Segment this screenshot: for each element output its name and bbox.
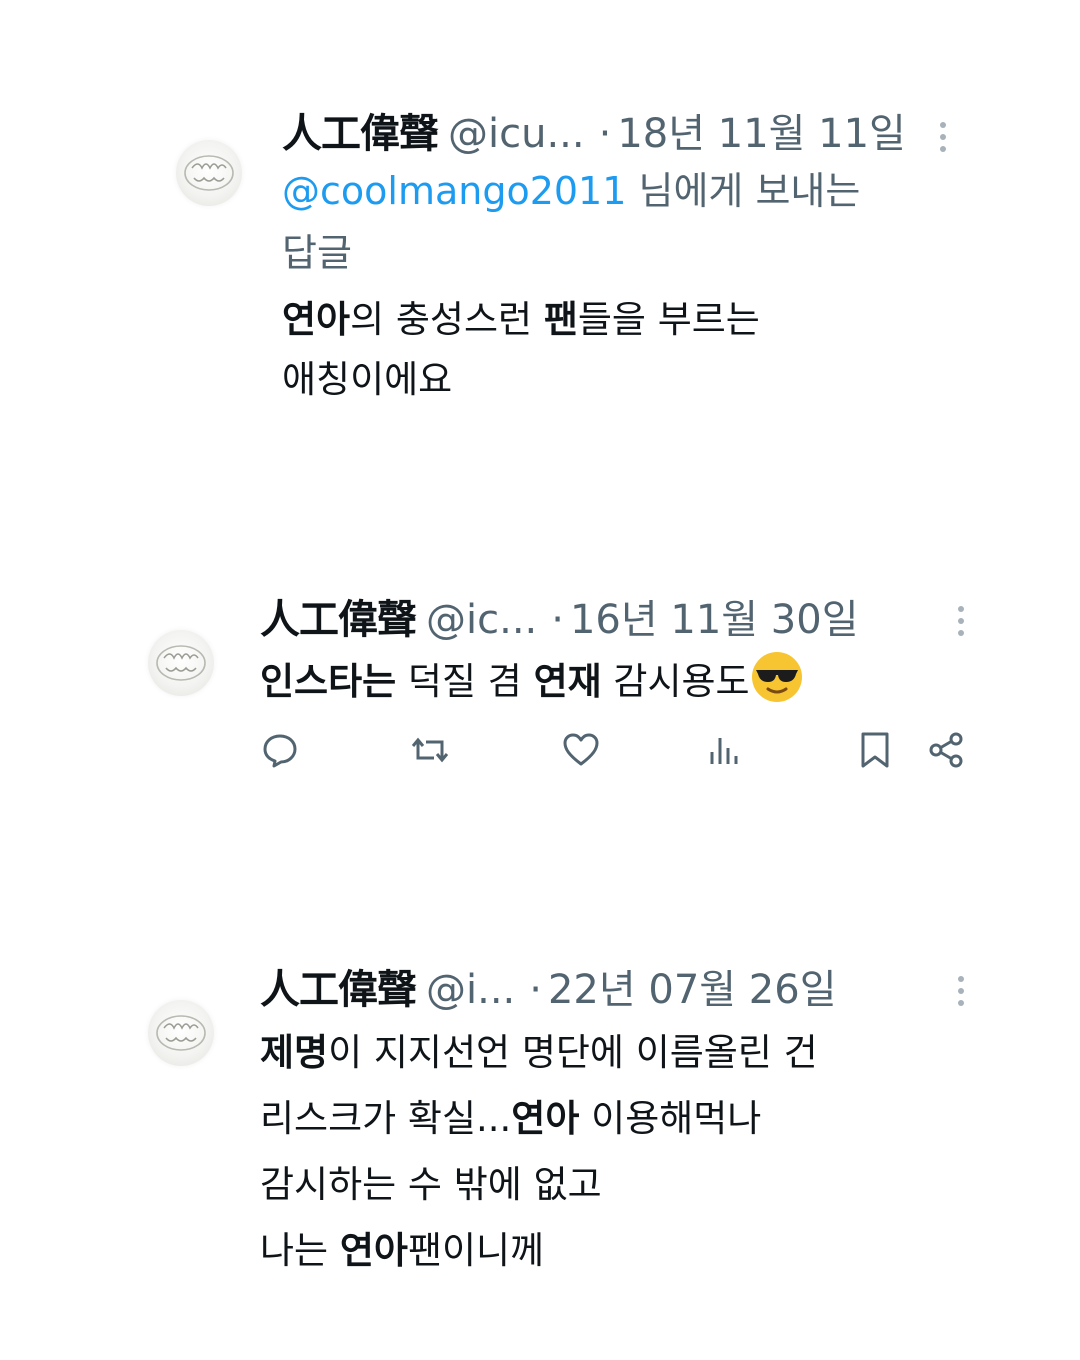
views-icon[interactable] bbox=[704, 730, 744, 770]
tweet-text-line-1: 제명이 지지선언 명단에 이름올린 건 bbox=[260, 1020, 818, 1086]
share-icon[interactable] bbox=[926, 730, 966, 770]
text-span: 의 충성스런 bbox=[350, 298, 544, 341]
separator-dot: · bbox=[529, 967, 542, 1013]
sunglasses-emoji-icon bbox=[750, 650, 804, 704]
tweet-header: 人工偉聲 @icu... · 18년 11월 11일 bbox=[282, 109, 906, 159]
avatar-logo-icon bbox=[156, 1015, 206, 1051]
text-span: 팬 bbox=[543, 298, 578, 341]
tweet-text: 인스타는 덕질 겸 연재 감시용도 bbox=[260, 650, 804, 712]
tweet-actions bbox=[0, 730, 1080, 790]
tweet-text-line-1: 연아의 충성스런 팬들을 부르는 bbox=[282, 290, 760, 350]
tweet-text-line-2: 애칭이에요 bbox=[282, 358, 453, 401]
tweet-text-line-1: 인스타는 덕질 겸 연재 감시용도 bbox=[260, 650, 804, 712]
avatar-logo-icon bbox=[156, 645, 206, 681]
text-span: 나는 bbox=[260, 1229, 340, 1272]
display-name[interactable]: 人工偉聲 bbox=[260, 597, 417, 643]
text-span: 인스타는 bbox=[260, 660, 397, 703]
reply-mention-link[interactable]: @coolmango2011 bbox=[282, 169, 626, 213]
tweet-date[interactable]: 18년 11월 11일 bbox=[617, 111, 906, 157]
avatar[interactable] bbox=[176, 140, 242, 206]
tweet-date[interactable]: 22년 07월 26일 bbox=[548, 967, 837, 1013]
tweet-header: 人工偉聲 @ic... · 16년 11월 30일 bbox=[260, 595, 859, 645]
text-span: 덕질 겸 bbox=[396, 660, 534, 703]
retweet-icon[interactable] bbox=[410, 730, 450, 770]
avatar[interactable] bbox=[148, 630, 214, 696]
tweet-text-line-3: 감시하는 수 밖에 없고 bbox=[260, 1163, 602, 1206]
separator-dot: · bbox=[598, 111, 612, 157]
like-icon[interactable] bbox=[561, 730, 601, 770]
tweet-date[interactable]: 16년 11월 30일 bbox=[570, 597, 859, 643]
bookmark-icon[interactable] bbox=[855, 730, 895, 770]
avatar-logo-icon bbox=[184, 155, 234, 191]
reply-context: @coolmango2011 님에게 보내는 답글 bbox=[282, 160, 860, 284]
display-name[interactable]: 人工偉聲 bbox=[260, 967, 417, 1013]
more-options-icon[interactable] bbox=[956, 976, 966, 1012]
tweet-header: 人工偉聲 @i... · 22년 07월 26일 bbox=[260, 965, 837, 1015]
more-options-icon[interactable] bbox=[956, 606, 966, 642]
separator-dot: · bbox=[551, 597, 564, 643]
avatar[interactable] bbox=[148, 1000, 214, 1066]
text-span: 이 지지선언 명단에 이름올린 건 bbox=[328, 1031, 818, 1074]
reply-label-line2: 답글 bbox=[282, 231, 352, 275]
display-name[interactable]: 人工偉聲 bbox=[282, 111, 439, 157]
tweet-text: 연아의 충성스런 팬들을 부르는 애칭이에요 bbox=[282, 290, 760, 410]
more-options-icon[interactable] bbox=[938, 122, 948, 158]
user-handle[interactable]: @i... bbox=[426, 967, 515, 1013]
text-span: 들을 부르는 bbox=[577, 298, 760, 341]
text-span: 연아 bbox=[282, 298, 351, 341]
text-span: 연재 bbox=[533, 660, 602, 703]
tweet-text-line-2: 리스크가 확실...연아 이용해먹나 bbox=[260, 1086, 818, 1152]
tweet-text: 제명이 지지선언 명단에 이름올린 건 리스크가 확실...연아 이용해먹나 감… bbox=[260, 1020, 818, 1284]
text-span: 연아 bbox=[339, 1229, 408, 1272]
user-handle[interactable]: @icu... bbox=[448, 111, 585, 157]
tweet-text-line-4: 나는 연아팬이니께 bbox=[260, 1218, 818, 1284]
text-span: 팬이니께 bbox=[407, 1229, 545, 1272]
text-span: 이용해먹나 bbox=[579, 1097, 762, 1140]
text-span: 리스크가 확실... bbox=[260, 1097, 512, 1140]
user-handle[interactable]: @ic... bbox=[426, 597, 537, 643]
text-span: 감시용도 bbox=[601, 660, 750, 703]
text-span: 제명 bbox=[260, 1031, 329, 1074]
text-span: 연아 bbox=[511, 1097, 580, 1140]
reply-label: 님에게 보내는 bbox=[626, 169, 861, 213]
reply-icon[interactable] bbox=[260, 730, 300, 770]
